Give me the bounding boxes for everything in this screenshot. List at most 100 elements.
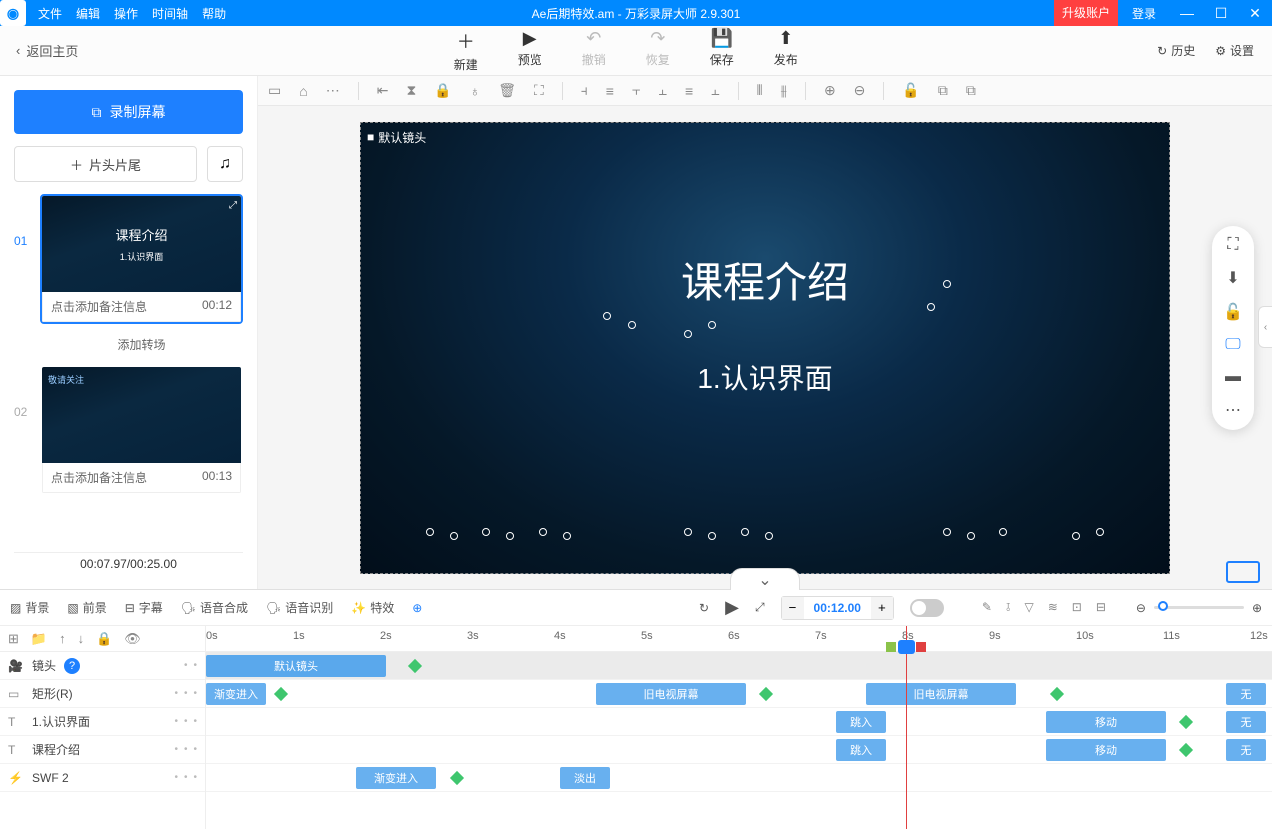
zoom-in-btn[interactable]: ⊕	[1252, 601, 1262, 615]
paste-icon[interactable]: ⧉	[966, 82, 976, 99]
snap-toggle[interactable]	[910, 599, 944, 617]
tracks-area[interactable]: 0s1s2s3s4s5s6s7s8s9s10s11s12s 默认镜头 渐变进入 …	[206, 626, 1272, 829]
time-minus-button[interactable]: −	[782, 597, 804, 619]
up-icon[interactable]: ↑	[59, 631, 66, 646]
seg-fade-out[interactable]: 淡出	[560, 767, 610, 789]
more-tool-icon[interactable]: ⋯	[1225, 400, 1241, 420]
clip-item-2[interactable]: 敬请关注 点击添加备注信息 00:13	[40, 365, 243, 495]
cursor-icon[interactable]: ▭	[268, 82, 281, 99]
history-button[interactable]: ↻历史	[1157, 42, 1195, 59]
fullscreen-icon[interactable]: ⛶	[1227, 236, 1238, 254]
eye-icon[interactable]: 👁	[124, 631, 141, 647]
display-icon[interactable]: 🖵	[1225, 336, 1240, 354]
play-button[interactable]: ▶	[725, 597, 739, 618]
replay-icon[interactable]: ↻	[699, 601, 709, 615]
canvas-subtitle[interactable]: 1.认识界面	[697, 357, 832, 397]
record-screen-button[interactable]: ⧉ 录制屏幕	[14, 90, 243, 134]
save-button[interactable]: 💾保存	[710, 28, 734, 73]
time-ruler[interactable]: 0s1s2s3s4s5s6s7s8s9s10s11s12s	[206, 626, 1272, 652]
menu-help[interactable]: 帮助	[202, 5, 226, 22]
lock-track-icon[interactable]: 🔒	[96, 631, 112, 647]
unlock-tool-icon[interactable]: 🔓	[1223, 302, 1243, 322]
seg-grad-in[interactable]: 渐变进入	[356, 767, 436, 789]
new-button[interactable]: ＋新建	[454, 28, 478, 73]
seg-grad-in[interactable]: 渐变进入	[206, 683, 266, 705]
music-button[interactable]: ♫	[207, 146, 243, 182]
seg-none[interactable]: 无	[1226, 739, 1266, 761]
clip-note[interactable]: 点击添加备注信息	[51, 298, 147, 315]
lane-shot[interactable]: 默认镜头	[206, 652, 1272, 680]
track-shot[interactable]: 🎥镜头?••	[0, 652, 205, 680]
undo-button[interactable]: ↶撤销	[582, 28, 606, 73]
expand-right-button[interactable]: ‹	[1258, 306, 1272, 348]
tab-fx[interactable]: ✨特效	[351, 599, 394, 616]
bracket-icon[interactable]: ⊟	[1096, 600, 1106, 615]
settings-button[interactable]: ⚙设置	[1215, 42, 1254, 59]
tab-asr[interactable]: 🗣语音识别	[266, 599, 333, 616]
keyframe[interactable]	[1050, 687, 1064, 701]
menu-edit[interactable]: 编辑	[76, 5, 100, 22]
align-center-icon[interactable]: ≡	[606, 83, 614, 99]
home-icon[interactable]: ⌂	[299, 83, 307, 99]
playhead[interactable]	[906, 626, 907, 829]
zoom-out-icon[interactable]: ⊖	[854, 82, 866, 99]
track-swf[interactable]: ⚡SWF 2•••	[0, 764, 205, 792]
seg-jump-in[interactable]: 跳入	[836, 711, 886, 733]
head-tail-button[interactable]: ＋片头片尾	[14, 146, 197, 182]
seg-default-shot[interactable]: 默认镜头	[206, 655, 386, 677]
seg-move[interactable]: 移动	[1046, 711, 1166, 733]
clip-item-1[interactable]: 课程介绍 1.认识界面 ⤢ 点击添加备注信息 00:12	[40, 194, 243, 324]
zoom-slider[interactable]	[1154, 606, 1244, 609]
preview-button[interactable]: ▶预览	[518, 28, 542, 73]
time-plus-button[interactable]: +	[871, 597, 893, 619]
skip-back-icon[interactable]: ⇤	[377, 82, 389, 99]
keyframe[interactable]	[450, 771, 464, 785]
layers-icon[interactable]: ≋	[1048, 600, 1058, 615]
fullscreen-play-icon[interactable]: ⤢	[755, 600, 765, 615]
edit-icon[interactable]: ✎	[982, 600, 992, 615]
viewport-indicator[interactable]	[1226, 561, 1260, 583]
keyframe[interactable]	[408, 659, 422, 673]
hourglass-icon[interactable]: ⧗	[406, 82, 416, 99]
align-top-icon[interactable]: ⫠	[658, 82, 666, 99]
more-tabs-icon[interactable]: ⊕	[412, 601, 422, 615]
seg-old-tv[interactable]: 旧电视屏幕	[596, 683, 746, 705]
track-rect[interactable]: ▭矩形(R)•••	[0, 680, 205, 708]
lane-rect[interactable]: 渐变进入 旧电视屏幕 旧电视屏幕 无	[206, 680, 1272, 708]
canvas-title[interactable]: 课程介绍	[681, 249, 849, 310]
help-icon[interactable]: ?	[64, 658, 80, 674]
time-input[interactable]: − 00:12.00 +	[781, 596, 894, 620]
folder-icon[interactable]: 📁	[31, 631, 47, 647]
add-transition-button[interactable]: 添加转场	[14, 332, 243, 357]
dist-v-icon[interactable]: ⫵	[780, 82, 786, 99]
zoom-in-icon[interactable]: ⊕	[824, 82, 836, 99]
anchor-icon[interactable]: ♁	[470, 83, 481, 99]
lane-t2[interactable]: 跳入 移动 无	[206, 736, 1272, 764]
minimize-button[interactable]: —	[1170, 5, 1204, 21]
keyframe[interactable]	[1179, 715, 1193, 729]
marker-icon[interactable]: ⊡	[1072, 600, 1082, 615]
down-icon[interactable]: ↓	[78, 631, 85, 646]
record-tool-icon[interactable]: ▬	[1225, 368, 1241, 386]
tab-tts[interactable]: 🗣语音合成	[181, 599, 248, 616]
login-button[interactable]: 登录	[1118, 5, 1170, 22]
seg-none[interactable]: 无	[1226, 683, 1266, 705]
add-track-icon[interactable]: ⊞	[8, 631, 19, 647]
lock-icon[interactable]: 🔒	[434, 82, 451, 99]
seg-none[interactable]: 无	[1226, 711, 1266, 733]
lane-t1[interactable]: 跳入 移动 无	[206, 708, 1272, 736]
seg-old-tv[interactable]: 旧电视屏幕	[866, 683, 1016, 705]
trash-icon[interactable]: 🗑	[498, 82, 516, 99]
canvas-body[interactable]: ■默认镜头 课程介绍 1.认识界面 ⛶ ⬇ 🔓 🖵 ▬	[258, 106, 1272, 589]
align-left-icon[interactable]: ⫞	[581, 82, 588, 99]
keyframe[interactable]	[759, 687, 773, 701]
close-button[interactable]: ✕	[1238, 5, 1272, 22]
focus-icon[interactable]: ⛶	[534, 82, 544, 99]
download-icon[interactable]: ⬇	[1226, 268, 1239, 288]
unlock-icon[interactable]: 🔓	[902, 82, 919, 99]
more-icon[interactable]: ⋯	[326, 82, 340, 99]
align-mid-icon[interactable]: ≡	[685, 83, 693, 99]
dist-h-icon[interactable]: ⫴	[757, 82, 763, 99]
keyframe[interactable]	[1179, 743, 1193, 757]
clip-note[interactable]: 点击添加备注信息	[51, 469, 147, 486]
